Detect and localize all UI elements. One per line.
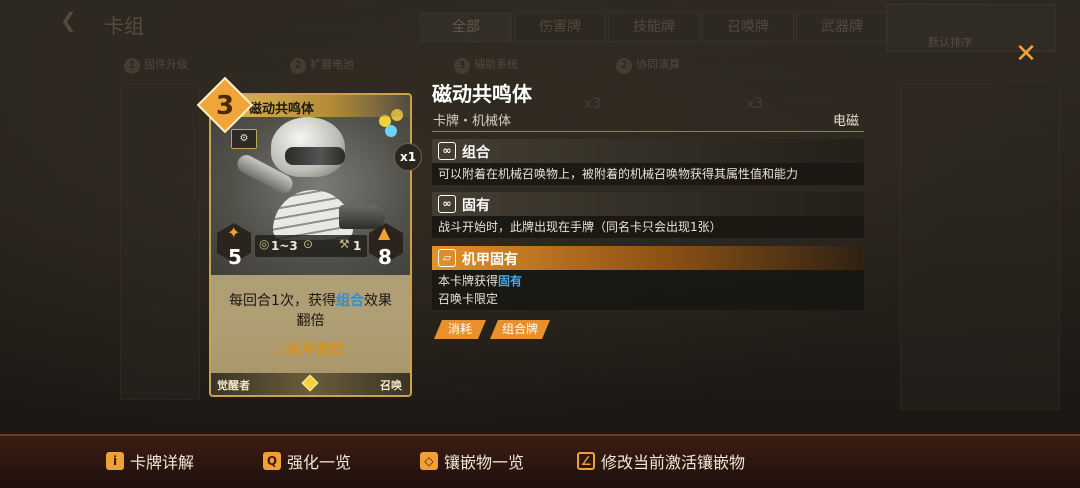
triangle-icon: ▲ <box>378 223 391 242</box>
link-icon: ∞ <box>438 195 456 213</box>
card-footer-left: 觉醒者 <box>217 379 250 392</box>
ability-desc: 本卡牌获得固有 召唤卡限定 <box>438 274 523 306</box>
info-icon: i <box>106 452 124 470</box>
search-icon: Q <box>263 452 281 470</box>
ability-mech-innate: ▱ 机甲固有 本卡牌获得固有 召唤卡限定 <box>432 246 864 310</box>
inlay-list-label: 镶嵌物一览 <box>444 453 525 472</box>
stat-mid-right-value: 1 <box>353 239 362 253</box>
card-mech-tag: ▱机甲固有 <box>277 342 344 358</box>
upgrade-list-label: 强化一览 <box>287 453 352 472</box>
mech-tag-icon: ▱ <box>277 342 288 358</box>
range-icon: ◎ <box>259 237 270 251</box>
keyword-tag-combine-card[interactable]: 组合牌 <box>490 320 550 339</box>
wrench-icon: ⚒ <box>339 237 350 251</box>
link-icon: ∞ <box>438 142 456 160</box>
close-icon: ✕ <box>1015 39 1037 69</box>
mech-type-icon: ⚙ <box>231 129 257 149</box>
target-icon: ⊙ <box>303 237 314 251</box>
range-value: 1~3 <box>271 239 298 253</box>
close-button[interactable]: ✕ <box>1012 40 1040 68</box>
ability-title: 固有 <box>462 198 490 214</box>
ability-innate: ∞ 固有 战斗开始时，此牌出现在手牌（同名卡只会出现1张） <box>432 192 864 238</box>
detail-element: 电磁 <box>833 114 860 129</box>
attack-value: 5 <box>228 245 242 269</box>
edit-active-inlay-button[interactable]: ∠ 修改当前激活镶嵌物 <box>577 449 745 473</box>
detail-subtitle: 卡牌・机械体 <box>433 114 512 129</box>
ability-combine: ∞ 组合 可以附着在机械召唤物上，被附着的机械召唤物获得其属性值和能力 <box>432 139 864 185</box>
mech-tag-icon: ▱ <box>438 249 456 267</box>
copies-badge: x1 <box>394 143 422 171</box>
edit-active-inlay-label: 修改当前激活镶嵌物 <box>601 453 746 472</box>
star-icon: ✦ <box>227 223 241 242</box>
inlay-icon: ◇ <box>420 452 438 470</box>
card-name: 磁动共鸣体 <box>249 102 315 117</box>
detail-divider <box>432 131 864 132</box>
cost-value: 3 <box>215 91 235 121</box>
card-preview: 磁动共鸣体 ⚙ 5 ✦ 1~3 ◎ ⊙ ⚒ 1 ▲ 8 每回合1次，获得组合效果… <box>209 93 412 397</box>
ability-title: 组合 <box>462 145 490 161</box>
ability-title: 机甲固有 <box>462 252 518 268</box>
upgrade-list-button[interactable]: Q 强化一览 <box>263 449 351 473</box>
defense-value: 8 <box>378 245 392 269</box>
card-footer-right: 召唤 <box>380 379 402 392</box>
card-detail-label: 卡牌详解 <box>130 453 195 472</box>
edit-icon: ∠ <box>577 452 595 470</box>
robot-visor-art <box>285 147 345 165</box>
card-detail-button[interactable]: i 卡牌详解 <box>106 449 194 473</box>
ability-desc: 可以附着在机械召唤物上，被附着的机械召唤物获得其属性值和能力 <box>438 167 799 181</box>
detail-title: 磁动共鸣体 <box>432 82 532 106</box>
modal-overlay[interactable] <box>0 0 1080 488</box>
card-effect-text: 每回合1次，获得组合效果 翻倍 <box>229 293 392 329</box>
keyword-tag-consume[interactable]: 消耗 <box>434 320 486 339</box>
ability-desc: 战斗开始时，此牌出现在手牌（同名卡只会出现1张） <box>438 220 722 234</box>
inlay-list-button[interactable]: ◇ 镶嵌物一览 <box>420 449 524 473</box>
